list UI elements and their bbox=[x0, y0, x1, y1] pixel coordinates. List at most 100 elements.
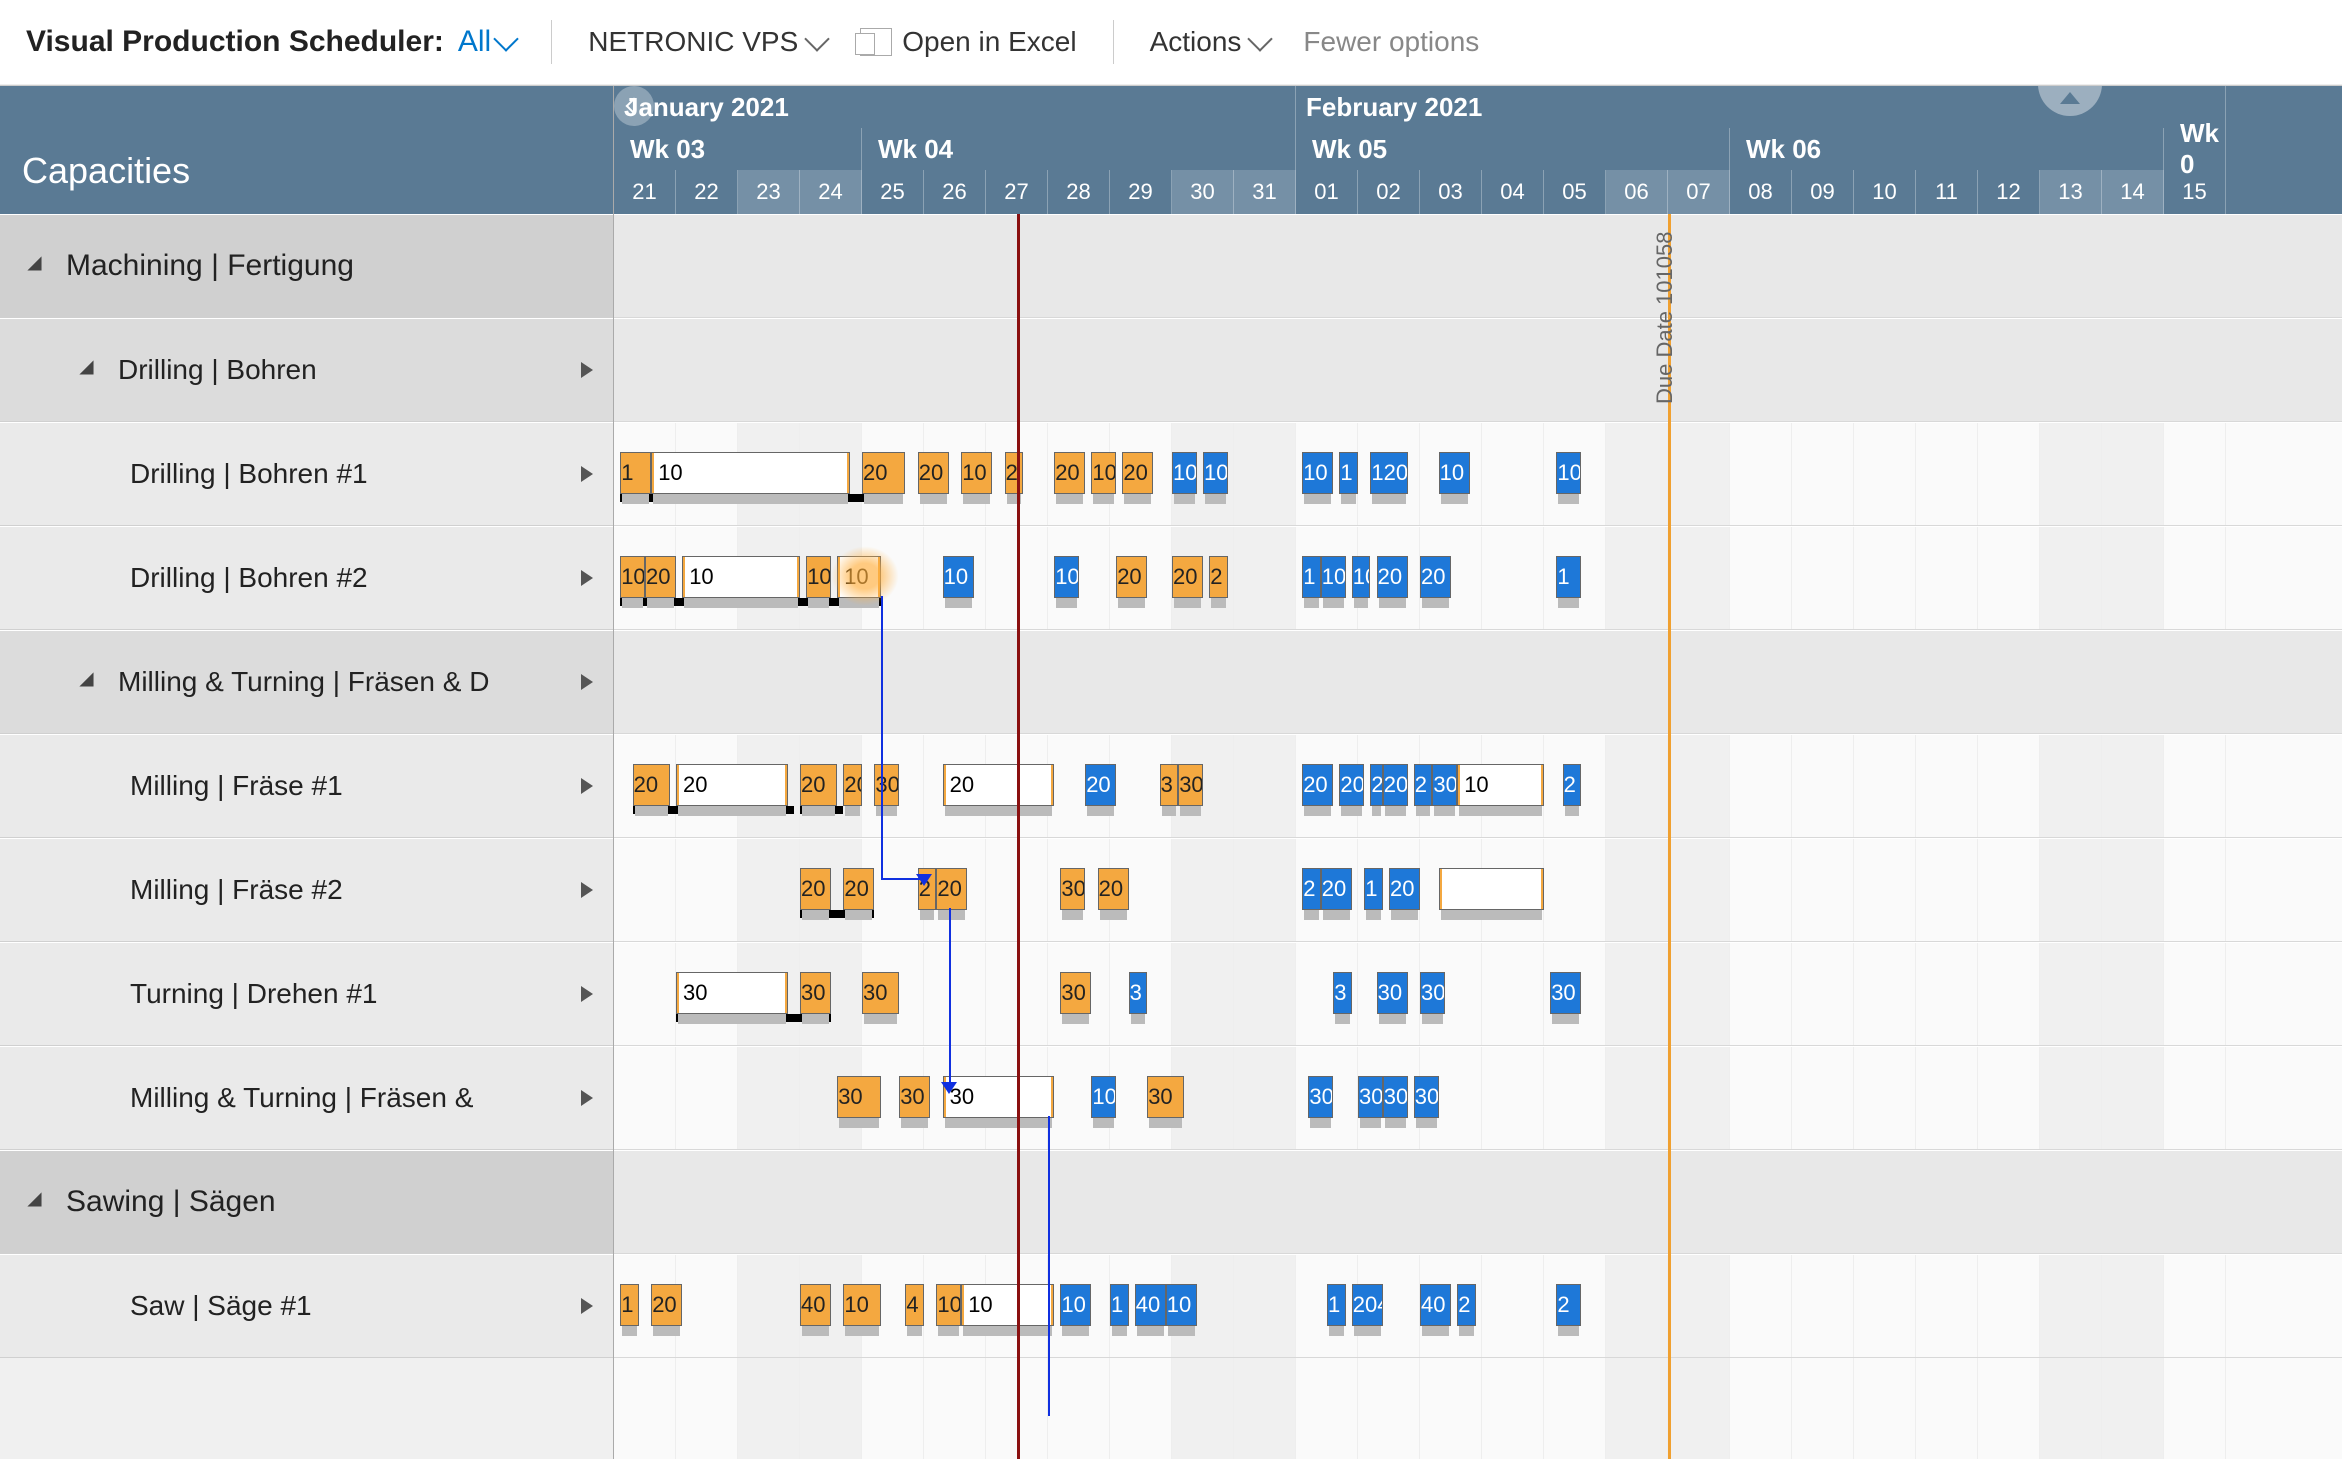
gantt-task[interactable]: 1 bbox=[620, 1284, 639, 1326]
tree-row-leaf[interactable]: Drilling | Bohren #2 bbox=[0, 526, 613, 630]
gantt-task[interactable]: 10 bbox=[1321, 556, 1346, 598]
gantt-task[interactable]: 30 bbox=[862, 972, 899, 1014]
gantt-task[interactable]: 3 bbox=[1160, 764, 1179, 806]
expand-right-icon[interactable] bbox=[581, 986, 593, 1002]
gantt-task[interactable]: 2 bbox=[1457, 1284, 1476, 1326]
gantt-task[interactable]: 10 bbox=[651, 452, 849, 494]
tree-row-leaf[interactable]: Milling | Fräse #2 bbox=[0, 838, 613, 942]
view-dropdown[interactable]: NETRONIC VPS bbox=[588, 26, 826, 58]
gantt-task[interactable]: 30 bbox=[943, 1076, 1055, 1118]
gantt-task[interactable]: 20 bbox=[800, 764, 837, 806]
gantt-task[interactable]: 20 bbox=[943, 764, 1055, 806]
gantt-task[interactable]: 2 bbox=[1005, 452, 1024, 494]
gantt-task[interactable]: 10 bbox=[1203, 452, 1228, 494]
gantt-task[interactable]: 10 bbox=[1556, 452, 1581, 494]
expand-triangle-icon[interactable] bbox=[27, 256, 48, 277]
expand-triangle-icon[interactable] bbox=[79, 672, 100, 693]
gantt-task[interactable]: 3 bbox=[1333, 972, 1352, 1014]
expand-right-icon[interactable] bbox=[581, 570, 593, 586]
gantt-task[interactable]: 10 bbox=[620, 556, 645, 598]
tree-row-sub[interactable]: Drilling | Bohren bbox=[0, 318, 613, 422]
gantt-task[interactable]: 1 bbox=[1339, 452, 1358, 494]
gantt-task[interactable]: 40 bbox=[1420, 1284, 1451, 1326]
gantt-task[interactable]: 30 bbox=[1377, 972, 1408, 1014]
gantt-task[interactable]: 10 bbox=[806, 556, 831, 598]
gantt-chart[interactable]: 1102020102201020101010112010101020101010… bbox=[614, 214, 2342, 1459]
gantt-task[interactable]: 30 bbox=[1414, 1076, 1439, 1118]
gantt-task[interactable]: 30 bbox=[1308, 1076, 1333, 1118]
expand-right-icon[interactable] bbox=[581, 466, 593, 482]
gantt-task[interactable]: 20 bbox=[633, 764, 670, 806]
gantt-task[interactable]: 30 bbox=[1550, 972, 1581, 1014]
gantt-task[interactable]: 10 bbox=[1060, 1284, 1091, 1326]
expand-right-icon[interactable] bbox=[581, 1090, 593, 1106]
gantt-task[interactable]: 10 bbox=[1439, 452, 1470, 494]
gantt-task[interactable]: 20 bbox=[1321, 868, 1352, 910]
gantt-task[interactable]: 3 bbox=[1129, 972, 1148, 1014]
gantt-task[interactable]: 20 bbox=[1172, 556, 1203, 598]
gantt-task[interactable]: 30 bbox=[837, 1076, 880, 1118]
expand-right-icon[interactable] bbox=[581, 674, 593, 690]
expand-triangle-icon[interactable] bbox=[79, 360, 100, 381]
gantt-task[interactable]: 40 bbox=[1135, 1284, 1166, 1326]
gantt-task[interactable]: 20 bbox=[843, 868, 874, 910]
gantt-task[interactable]: 10 bbox=[682, 556, 800, 598]
gantt-task[interactable]: 10 bbox=[1091, 1076, 1116, 1118]
gantt-task[interactable]: 2 bbox=[1302, 868, 1321, 910]
gantt-task[interactable]: 30 bbox=[1358, 1076, 1383, 1118]
gantt-task[interactable]: 10 bbox=[943, 556, 974, 598]
expand-right-icon[interactable] bbox=[581, 362, 593, 378]
expand-right-icon[interactable] bbox=[581, 778, 593, 794]
gantt-task[interactable]: 20 bbox=[1339, 764, 1364, 806]
gantt-task[interactable]: 10 bbox=[1166, 1284, 1197, 1326]
gantt-task[interactable]: 4 bbox=[905, 1284, 924, 1326]
gantt-task[interactable]: 20 bbox=[651, 1284, 682, 1326]
gantt-task[interactable]: 2 bbox=[1556, 1284, 1581, 1326]
gantt-task[interactable]: 10 bbox=[843, 1284, 880, 1326]
gantt-task[interactable]: 20 bbox=[843, 764, 862, 806]
gantt-task[interactable]: 20 bbox=[1098, 868, 1129, 910]
gantt-task[interactable]: 30 bbox=[899, 1076, 930, 1118]
gantt-task[interactable] bbox=[1439, 868, 1544, 910]
gantt-task[interactable]: 30 bbox=[1420, 972, 1445, 1014]
expand-triangle-icon[interactable] bbox=[27, 1192, 48, 1213]
gantt-task[interactable]: 10 bbox=[1302, 452, 1333, 494]
gantt-task[interactable]: 20 bbox=[936, 868, 967, 910]
gantt-task[interactable]: 30 bbox=[1060, 972, 1091, 1014]
fewer-options-button[interactable]: Fewer options bbox=[1303, 26, 1479, 58]
gantt-task[interactable]: 204 bbox=[1352, 1284, 1383, 1326]
gantt-task[interactable]: 10 bbox=[1172, 452, 1197, 494]
gantt-task[interactable]: 10 bbox=[1091, 452, 1116, 494]
tree-row-group[interactable]: Sawing | Sägen bbox=[0, 1150, 613, 1254]
gantt-task[interactable]: 1 bbox=[1556, 556, 1581, 598]
gantt-task[interactable]: 1 bbox=[1327, 1284, 1346, 1326]
tree-row-leaf[interactable]: Turning | Drehen #1 bbox=[0, 942, 613, 1046]
gantt-task[interactable]: 30 bbox=[800, 972, 831, 1014]
gantt-task[interactable]: 20 bbox=[1122, 452, 1153, 494]
gantt-task[interactable]: 20 bbox=[1302, 764, 1333, 806]
gantt-task[interactable]: 40 bbox=[800, 1284, 831, 1326]
tree-row-leaf[interactable]: Milling & Turning | Fräsen & bbox=[0, 1046, 613, 1150]
gantt-task[interactable]: 1 bbox=[1364, 868, 1383, 910]
tree-row-leaf[interactable]: Saw | Säge #1 bbox=[0, 1254, 613, 1358]
gantt-task[interactable]: 1 bbox=[620, 452, 651, 494]
gantt-task[interactable]: 10 bbox=[1352, 556, 1371, 598]
gantt-task[interactable]: 10 bbox=[936, 1284, 961, 1326]
gantt-task[interactable]: 10 bbox=[961, 1284, 1054, 1326]
gantt-task[interactable]: 30 bbox=[676, 972, 788, 1014]
gantt-task[interactable]: 10 bbox=[1054, 556, 1079, 598]
gantt-task[interactable]: 20 bbox=[1389, 868, 1420, 910]
gantt-task[interactable]: 30 bbox=[1060, 868, 1085, 910]
filter-dropdown[interactable]: All bbox=[458, 25, 515, 59]
gantt-task[interactable]: 2 bbox=[1209, 556, 1228, 598]
tree-row-group[interactable]: Machining | Fertigung bbox=[0, 214, 613, 318]
gantt-task[interactable]: 30 bbox=[1432, 764, 1457, 806]
gantt-task[interactable]: 10 bbox=[1457, 764, 1544, 806]
expand-right-icon[interactable] bbox=[581, 1298, 593, 1314]
gantt-task[interactable]: 20 bbox=[1420, 556, 1451, 598]
scroll-left-button[interactable] bbox=[614, 86, 654, 126]
gantt-task[interactable]: 20 bbox=[1054, 452, 1085, 494]
expand-right-icon[interactable] bbox=[581, 882, 593, 898]
gantt-task[interactable]: 1 bbox=[1110, 1284, 1129, 1326]
gantt-task[interactable]: 2 bbox=[1563, 764, 1582, 806]
